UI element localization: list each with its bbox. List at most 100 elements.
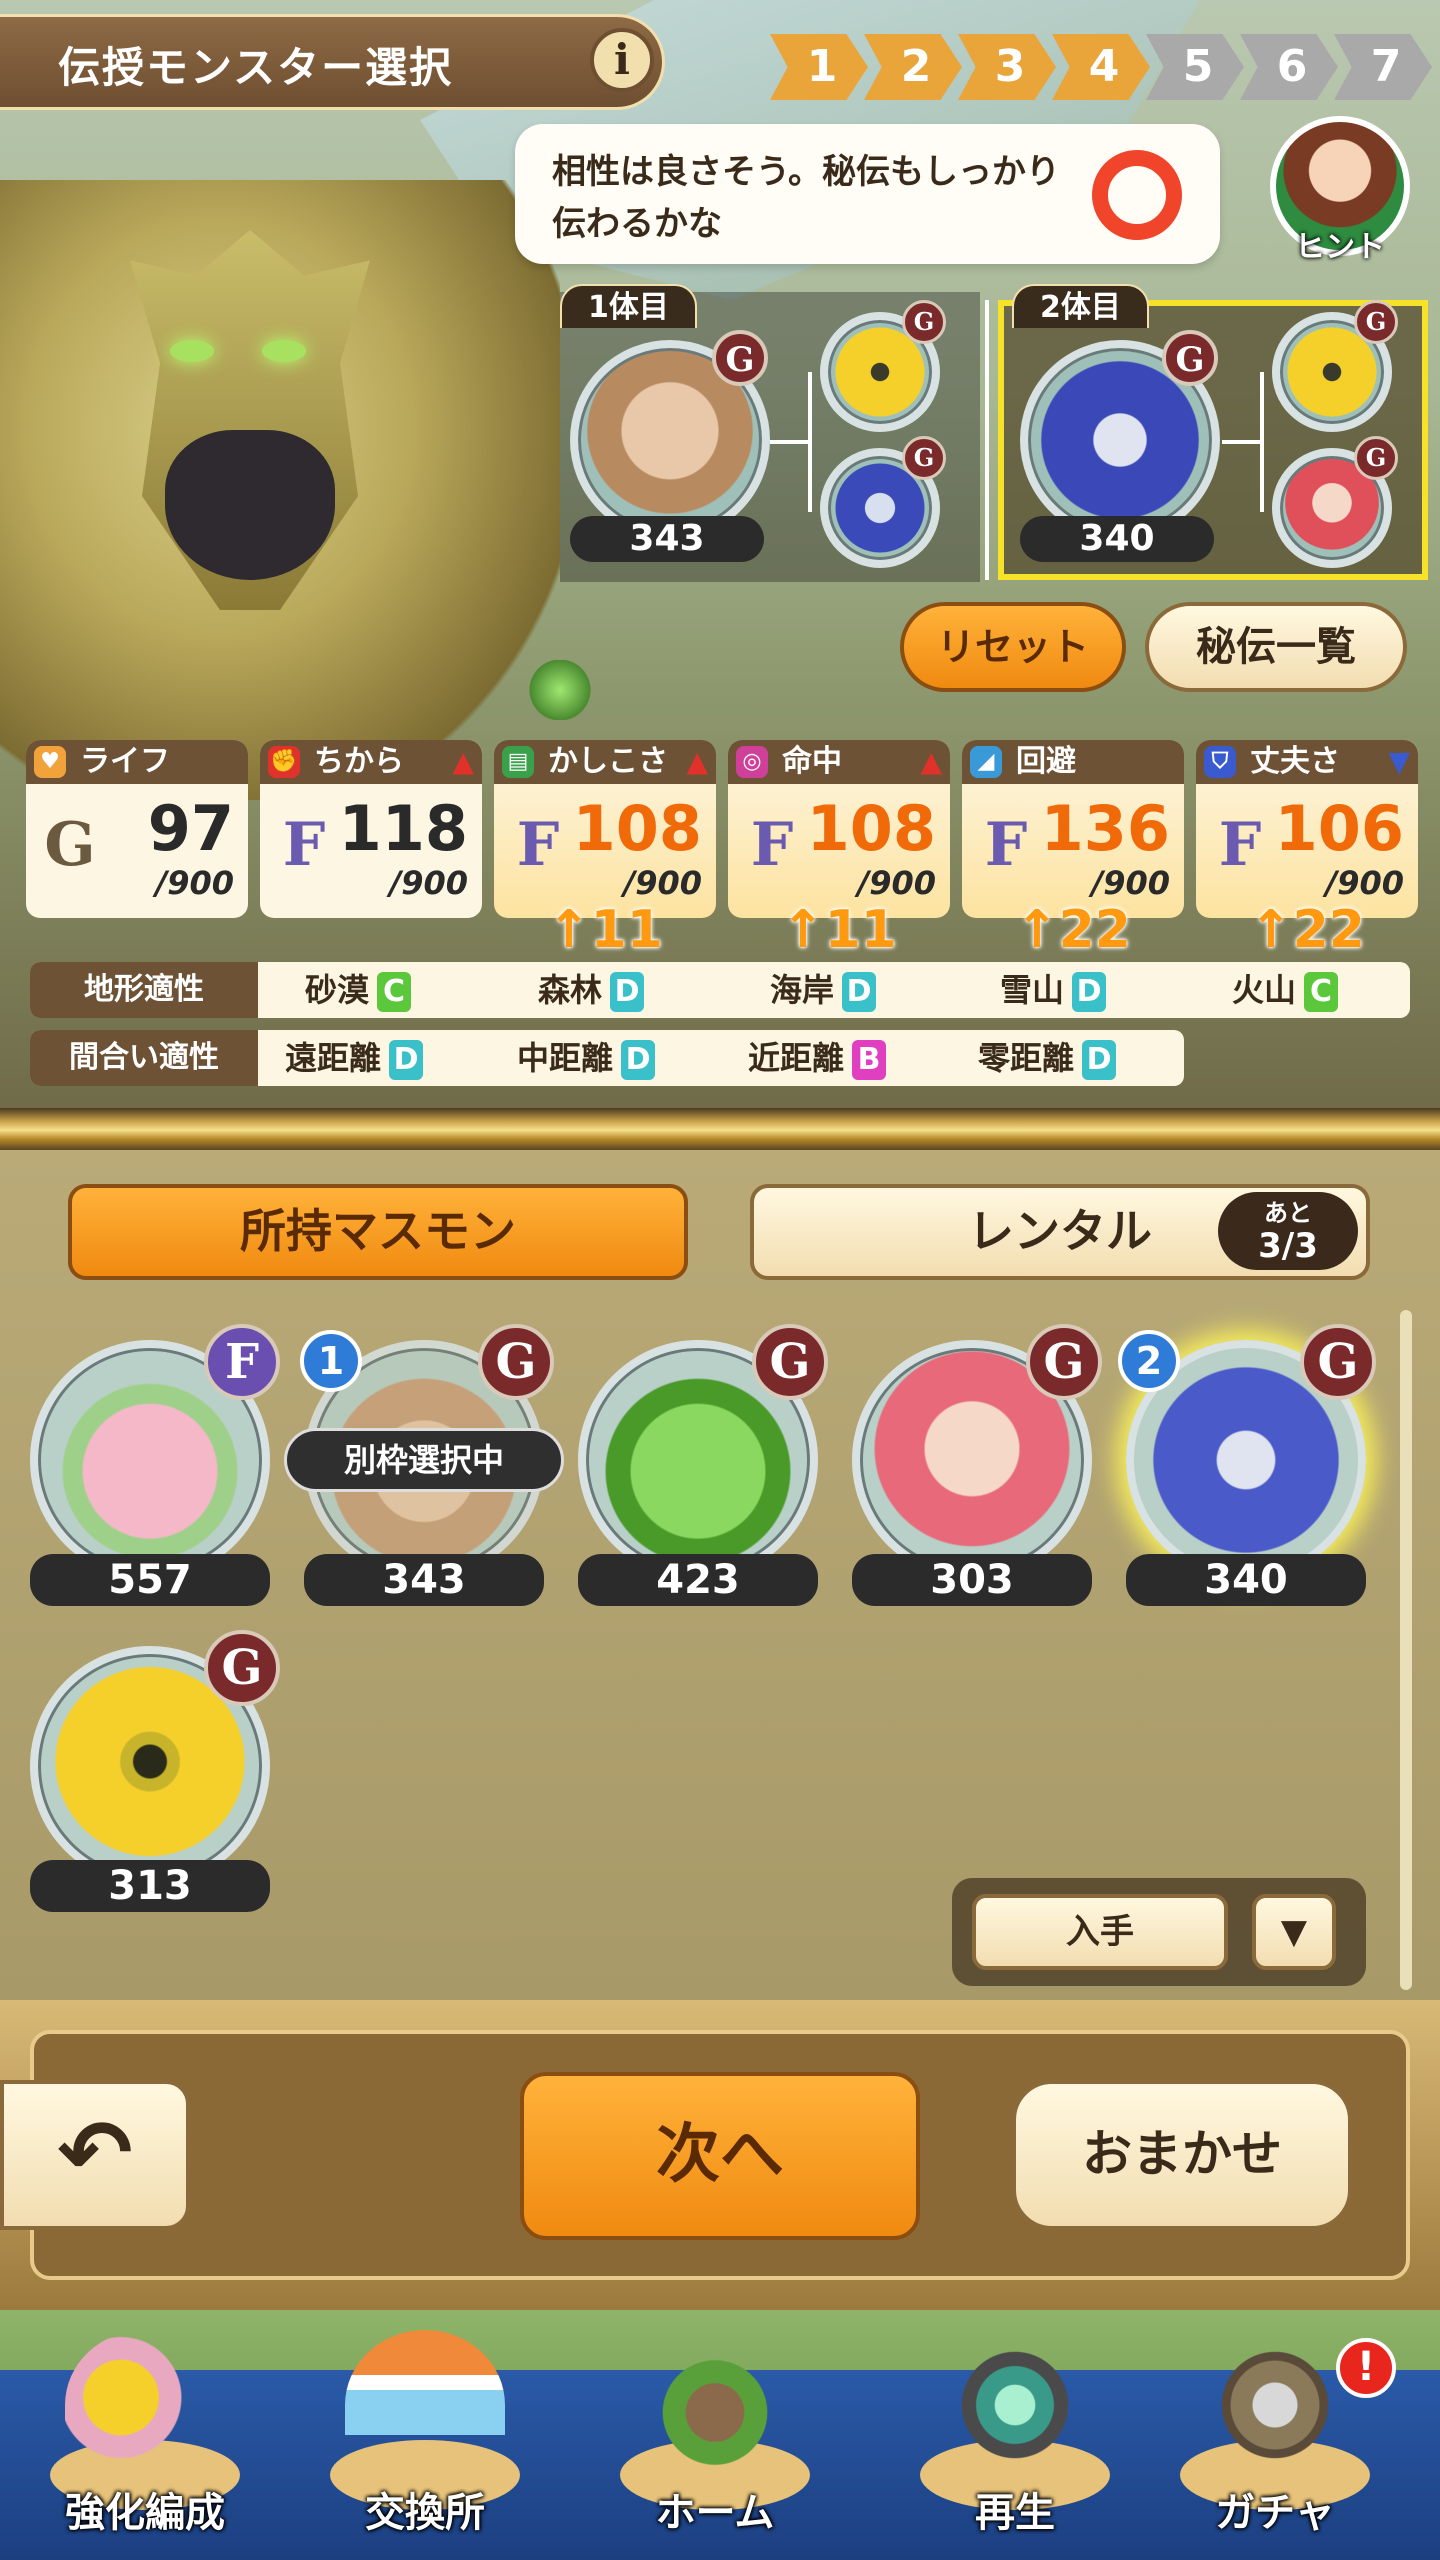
range-near: 近距離 B (748, 1030, 887, 1086)
stat-name: かしこさ (548, 744, 668, 779)
sort-order-dropdown-icon[interactable]: ▼ (1252, 1894, 1336, 1970)
connector (1222, 440, 1262, 444)
stat-name: 命中 (782, 744, 842, 779)
good-match-circle-icon (1092, 150, 1182, 240)
book-icon: ▤ (502, 746, 534, 778)
nav-label: 再生 (975, 2490, 1055, 2536)
trend-up-icon: ▲ (686, 745, 708, 778)
nav-exchange[interactable]: 交換所 (310, 2330, 540, 2550)
selected-elsewhere-label: 別枠選択中 (284, 1428, 564, 1492)
range-long: 遠距離 D (285, 1030, 424, 1086)
stat-max: /900 (155, 864, 234, 902)
stat-card-toughness: ⛉ 丈夫さ ▼ F 106 /900 (1196, 740, 1418, 918)
stat-boost: ↑11 (781, 900, 897, 960)
range-name: 零距離 (978, 1039, 1075, 1077)
grade-badge-icon: G (902, 300, 946, 344)
grade-badge-icon: G (712, 330, 768, 386)
sort-button[interactable]: 入手 (972, 1894, 1228, 1970)
stat-card-evasion: ◢ 回避 F 136 /900 (962, 740, 1184, 918)
rental-remaining-count: 3/3 (1258, 1226, 1318, 1266)
monster-preview-eye (262, 340, 306, 362)
range-name: 中距離 (517, 1039, 614, 1077)
stat-name: 回避 (1016, 744, 1076, 779)
selection-order-badge: 1 (300, 1330, 362, 1392)
terrain-name: 海岸 (770, 971, 835, 1009)
trend-up-icon: ▲ (452, 745, 474, 778)
stat-max: /900 (857, 864, 936, 902)
terrain-volcano: 火山 C (1232, 962, 1339, 1018)
nav-regenerate[interactable]: 再生 (900, 2330, 1130, 2550)
stat-name: 丈夫さ (1250, 744, 1340, 779)
terrain-desert: 砂漠 C (305, 962, 412, 1018)
alert-badge-icon: ! (1336, 2338, 1396, 2398)
grade-badge-icon: G (902, 436, 946, 480)
trend-up-icon: ▲ (920, 745, 942, 778)
stat-value: 106 (1274, 792, 1404, 865)
terrain-forest: 森林 D (538, 962, 645, 1018)
aptitude-grade: C (377, 972, 412, 1012)
stat-grade: F (984, 810, 1028, 880)
stat-max: /900 (623, 864, 702, 902)
aptitude-grade: D (1082, 1040, 1117, 1080)
info-icon[interactable]: i (590, 28, 654, 92)
list-scrollbar[interactable] (1400, 1310, 1412, 1990)
next-button[interactable]: 次へ (520, 2072, 920, 2240)
section-divider (0, 1108, 1440, 1152)
grade-badge-icon: G (1354, 300, 1398, 344)
nav-label: 強化編成 (65, 2490, 225, 2536)
stat-boost: ↑11 (547, 900, 663, 960)
monster-preview-claw (520, 660, 600, 720)
grade-badge-icon: G (1354, 436, 1398, 480)
power-icon: ✊ (268, 746, 300, 778)
target-icon: ◎ (736, 746, 768, 778)
hint-label: ヒント (1295, 230, 1385, 265)
range-zero: 零距離 D (978, 1030, 1117, 1086)
stat-boost: ↑22 (1249, 900, 1365, 960)
grade-badge-icon: G (204, 1630, 280, 1706)
stat-value: 118 (338, 792, 468, 865)
stat-grade: G (44, 810, 96, 880)
grade-badge-icon: F (204, 1324, 280, 1400)
gacha-icon (1195, 2330, 1355, 2480)
stat-boost: ↑22 (1015, 900, 1131, 960)
terrain-name: 森林 (538, 971, 603, 1009)
auto-select-button[interactable]: おまかせ (1012, 2080, 1352, 2230)
stat-card-accuracy: ◎ 命中 ▲ F 108 /900 (728, 740, 950, 918)
stat-max: /900 (1325, 864, 1404, 902)
range-name: 遠距離 (285, 1039, 382, 1077)
trend-down-icon: ▼ (1388, 745, 1410, 778)
heart-icon: ♥ (34, 746, 66, 778)
slot-label-2: 2体目 (1012, 284, 1149, 328)
regenerate-icon (935, 2330, 1095, 2480)
stat-grade: F (282, 810, 326, 880)
aptitude-grade: D (389, 1040, 424, 1080)
stat-value: 97 (147, 792, 234, 865)
nav-enhance[interactable]: 強化編成 (30, 2330, 260, 2550)
stat-grade: F (516, 810, 560, 880)
monster-level: 343 (304, 1554, 544, 1606)
connector (770, 440, 810, 444)
secret-list-button[interactable]: 秘伝一覧 (1145, 602, 1407, 692)
connector (808, 372, 812, 512)
stat-card-power: ✊ ちから ▲ F 118 /900 (260, 740, 482, 918)
stat-name: ちから (314, 744, 404, 779)
stat-value: 136 (1040, 792, 1170, 865)
stat-value: 108 (572, 792, 702, 865)
range-aptitude-label: 間合い適性 (30, 1030, 258, 1086)
back-arrow-icon[interactable]: ↶ (0, 2080, 190, 2230)
tab-owned-monsters[interactable]: 所持マスモン (68, 1184, 688, 1280)
grade-badge-icon: G (1026, 1324, 1102, 1400)
terrain-name: 砂漠 (305, 971, 370, 1009)
rental-remaining-badge: あと 3/3 (1218, 1192, 1358, 1270)
nav-home[interactable]: ホーム (600, 2330, 830, 2550)
monster-preview-eye (170, 340, 214, 362)
grade-badge-icon: G (1300, 1324, 1376, 1400)
enhance-icon (65, 2330, 225, 2480)
stat-grade: F (1218, 810, 1262, 880)
range-name: 近距離 (748, 1039, 845, 1077)
shop-icon (345, 2330, 505, 2480)
reset-button[interactable]: リセット (900, 602, 1126, 692)
monster-preview-mouth (165, 430, 335, 580)
aptitude-grade: D (842, 972, 877, 1012)
grade-badge-icon: G (1162, 330, 1218, 386)
